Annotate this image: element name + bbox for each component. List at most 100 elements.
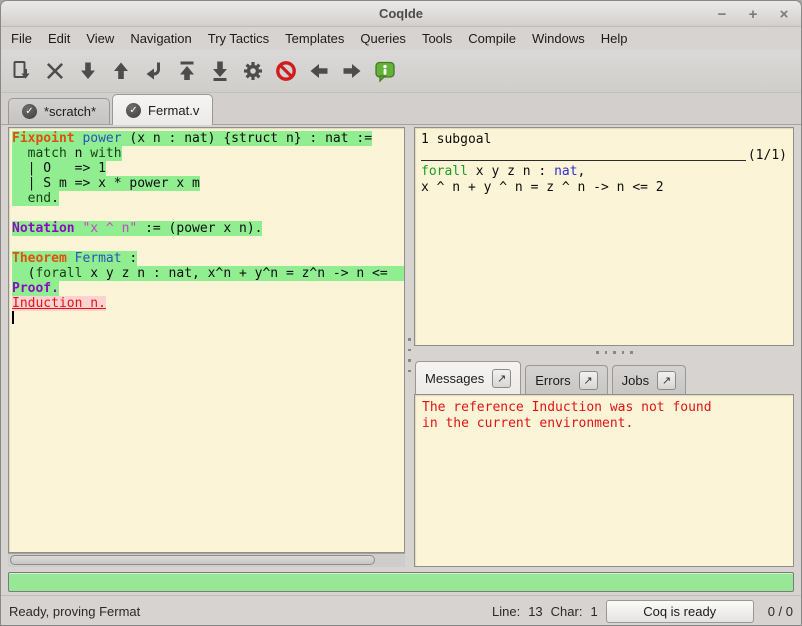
detach-icon: ↗ (584, 374, 593, 387)
code-line: | S m => x * power x m (12, 176, 404, 191)
menubar: FileEditViewNavigationTry TacticsTemplat… (1, 27, 801, 50)
document-tabbar: ✓*scratch*✓Fermat.v (1, 93, 801, 125)
menu-item-navigation[interactable]: Navigation (122, 28, 199, 49)
code-line: Induction n. (12, 296, 404, 311)
code-line: forall x y z n : nat, (421, 164, 787, 180)
goal-separator: (1/1) (421, 148, 787, 164)
detach-icon: ↗ (497, 372, 506, 385)
tab-messages[interactable]: Messages ↗ (415, 361, 521, 395)
go-up-icon (109, 59, 133, 83)
line-text (12, 311, 14, 326)
code-line: (forall x y z n : nat, x^n + y^n = z^n -… (12, 266, 404, 281)
code-line (12, 311, 404, 326)
text-cursor (12, 311, 14, 324)
menu-item-help[interactable]: Help (593, 28, 636, 49)
close-button[interactable]: × (777, 7, 791, 22)
code-line: end. (12, 191, 404, 206)
vertical-splitter[interactable] (405, 127, 414, 567)
window-controls: − + × (715, 1, 791, 27)
status-right: Line: 13 Char: 1 Coq is ready 0 / 0 (492, 600, 793, 623)
menu-item-view[interactable]: View (78, 28, 122, 49)
horizontal-splitter[interactable] (414, 346, 794, 359)
menu-item-compile[interactable]: Compile (460, 28, 524, 49)
line-text: Induction n. (12, 296, 106, 311)
tab-label: *scratch* (44, 104, 96, 119)
line-text: Theorem Fermat : (12, 251, 137, 266)
line-text: | S m => x * power x m (12, 176, 200, 191)
code-line (12, 236, 404, 251)
window-title: CoqIde (379, 6, 423, 21)
interrupt-icon (274, 59, 298, 83)
line-text: Fixpoint power (x n : nat) {struct n} : … (12, 131, 372, 146)
goal-separator-line (421, 160, 746, 161)
detach-button[interactable]: ↗ (579, 371, 598, 390)
toolbar (1, 50, 801, 93)
minimize-button[interactable]: − (715, 7, 729, 22)
go-to-start-icon (175, 59, 199, 83)
line-text: Notation "x ^ n" := (power x n). (12, 221, 262, 236)
toolbar-button-gear[interactable] (236, 54, 269, 88)
tab-label: Jobs (622, 373, 649, 388)
toolbar-button-next[interactable] (335, 54, 368, 88)
job-counter: 0 / 0 (768, 604, 793, 619)
code-line: Fixpoint power (x n : nat) {struct n} : … (12, 131, 404, 146)
status-message: Ready, proving Fermat (9, 604, 140, 619)
tab-fermat-v[interactable]: ✓Fermat.v (112, 94, 213, 125)
line-text: Proof. (12, 281, 59, 296)
toolbar-button-about[interactable] (368, 54, 401, 88)
tab-errors[interactable]: Errors ↗ (525, 365, 607, 394)
line-value: 13 (528, 604, 542, 619)
line-text: forall x y z n : nat, (421, 164, 585, 179)
toolbar-button-interrupt[interactable] (269, 54, 302, 88)
tab-scratch[interactable]: ✓*scratch* (8, 98, 110, 124)
menu-item-templates[interactable]: Templates (277, 28, 352, 49)
go-to-cursor-icon (142, 59, 166, 83)
line-text: x ^ n + y ^ n = z ^ n -> n <= 2 (421, 180, 664, 195)
code-editor[interactable]: Fixpoint power (x n : nat) {struct n} : … (8, 127, 405, 553)
tab-jobs[interactable]: Jobs ↗ (612, 365, 686, 394)
horizontal-scrollbar-thumb[interactable] (10, 555, 375, 565)
menu-item-try-tactics[interactable]: Try Tactics (200, 28, 277, 49)
gear-icon (241, 59, 265, 83)
right-column: 1 subgoal (1/1) forall x y z n : nat,x ^… (414, 127, 794, 567)
go-down-icon (76, 59, 100, 83)
detach-icon: ↗ (662, 374, 671, 387)
menu-item-file[interactable]: File (3, 28, 40, 49)
toolbar-button-go-to-end[interactable] (203, 54, 236, 88)
maximize-button[interactable]: + (746, 7, 760, 22)
code-line: x ^ n + y ^ n = z ^ n -> n <= 2 (421, 180, 787, 196)
menu-item-tools[interactable]: Tools (414, 28, 460, 49)
menu-item-edit[interactable]: Edit (40, 28, 78, 49)
line-text: (forall x y z n : nat, x^n + y^n = z^n -… (12, 266, 404, 281)
message-line: The reference Induction was not found (422, 400, 786, 416)
close-document-icon (43, 59, 67, 83)
tab-check-icon: ✓ (126, 103, 141, 118)
detach-button[interactable]: ↗ (657, 371, 676, 390)
toolbar-button-close-document[interactable] (38, 54, 71, 88)
goals-view[interactable]: 1 subgoal (1/1) forall x y z n : nat,x ^… (414, 127, 794, 346)
menu-item-windows[interactable]: Windows (524, 28, 593, 49)
detach-button[interactable]: ↗ (492, 369, 511, 388)
horizontal-splitter-handle-icon (596, 351, 633, 354)
line-text: end. (12, 191, 59, 206)
toolbar-button-go-to-cursor[interactable] (137, 54, 170, 88)
goal-counter: (1/1) (746, 148, 787, 164)
go-to-end-icon (208, 59, 232, 83)
char-label: Char: (551, 604, 583, 619)
goal-body: forall x y z n : nat,x ^ n + y ^ n = z ^… (421, 164, 787, 196)
toolbar-button-go-to-start[interactable] (170, 54, 203, 88)
tab-label: Errors (535, 373, 570, 388)
messages-notebook: Messages ↗ Errors ↗ Jobs ↗ The reference Indu… (414, 359, 794, 567)
menu-item-queries[interactable]: Queries (352, 28, 414, 49)
code-line: | O => 1 (12, 161, 404, 176)
messages-view[interactable]: The reference Induction was not foundin … (414, 394, 794, 567)
tab-label: Messages (425, 371, 484, 386)
toolbar-button-previous[interactable] (302, 54, 335, 88)
code-line: match n with (12, 146, 404, 161)
toolbar-button-go-down[interactable] (71, 54, 104, 88)
toolbar-button-go-up[interactable] (104, 54, 137, 88)
toolbar-button-save[interactable] (5, 54, 38, 88)
about-icon (373, 59, 397, 83)
progress-row (1, 571, 801, 595)
horizontal-scrollbar[interactable] (8, 553, 405, 567)
